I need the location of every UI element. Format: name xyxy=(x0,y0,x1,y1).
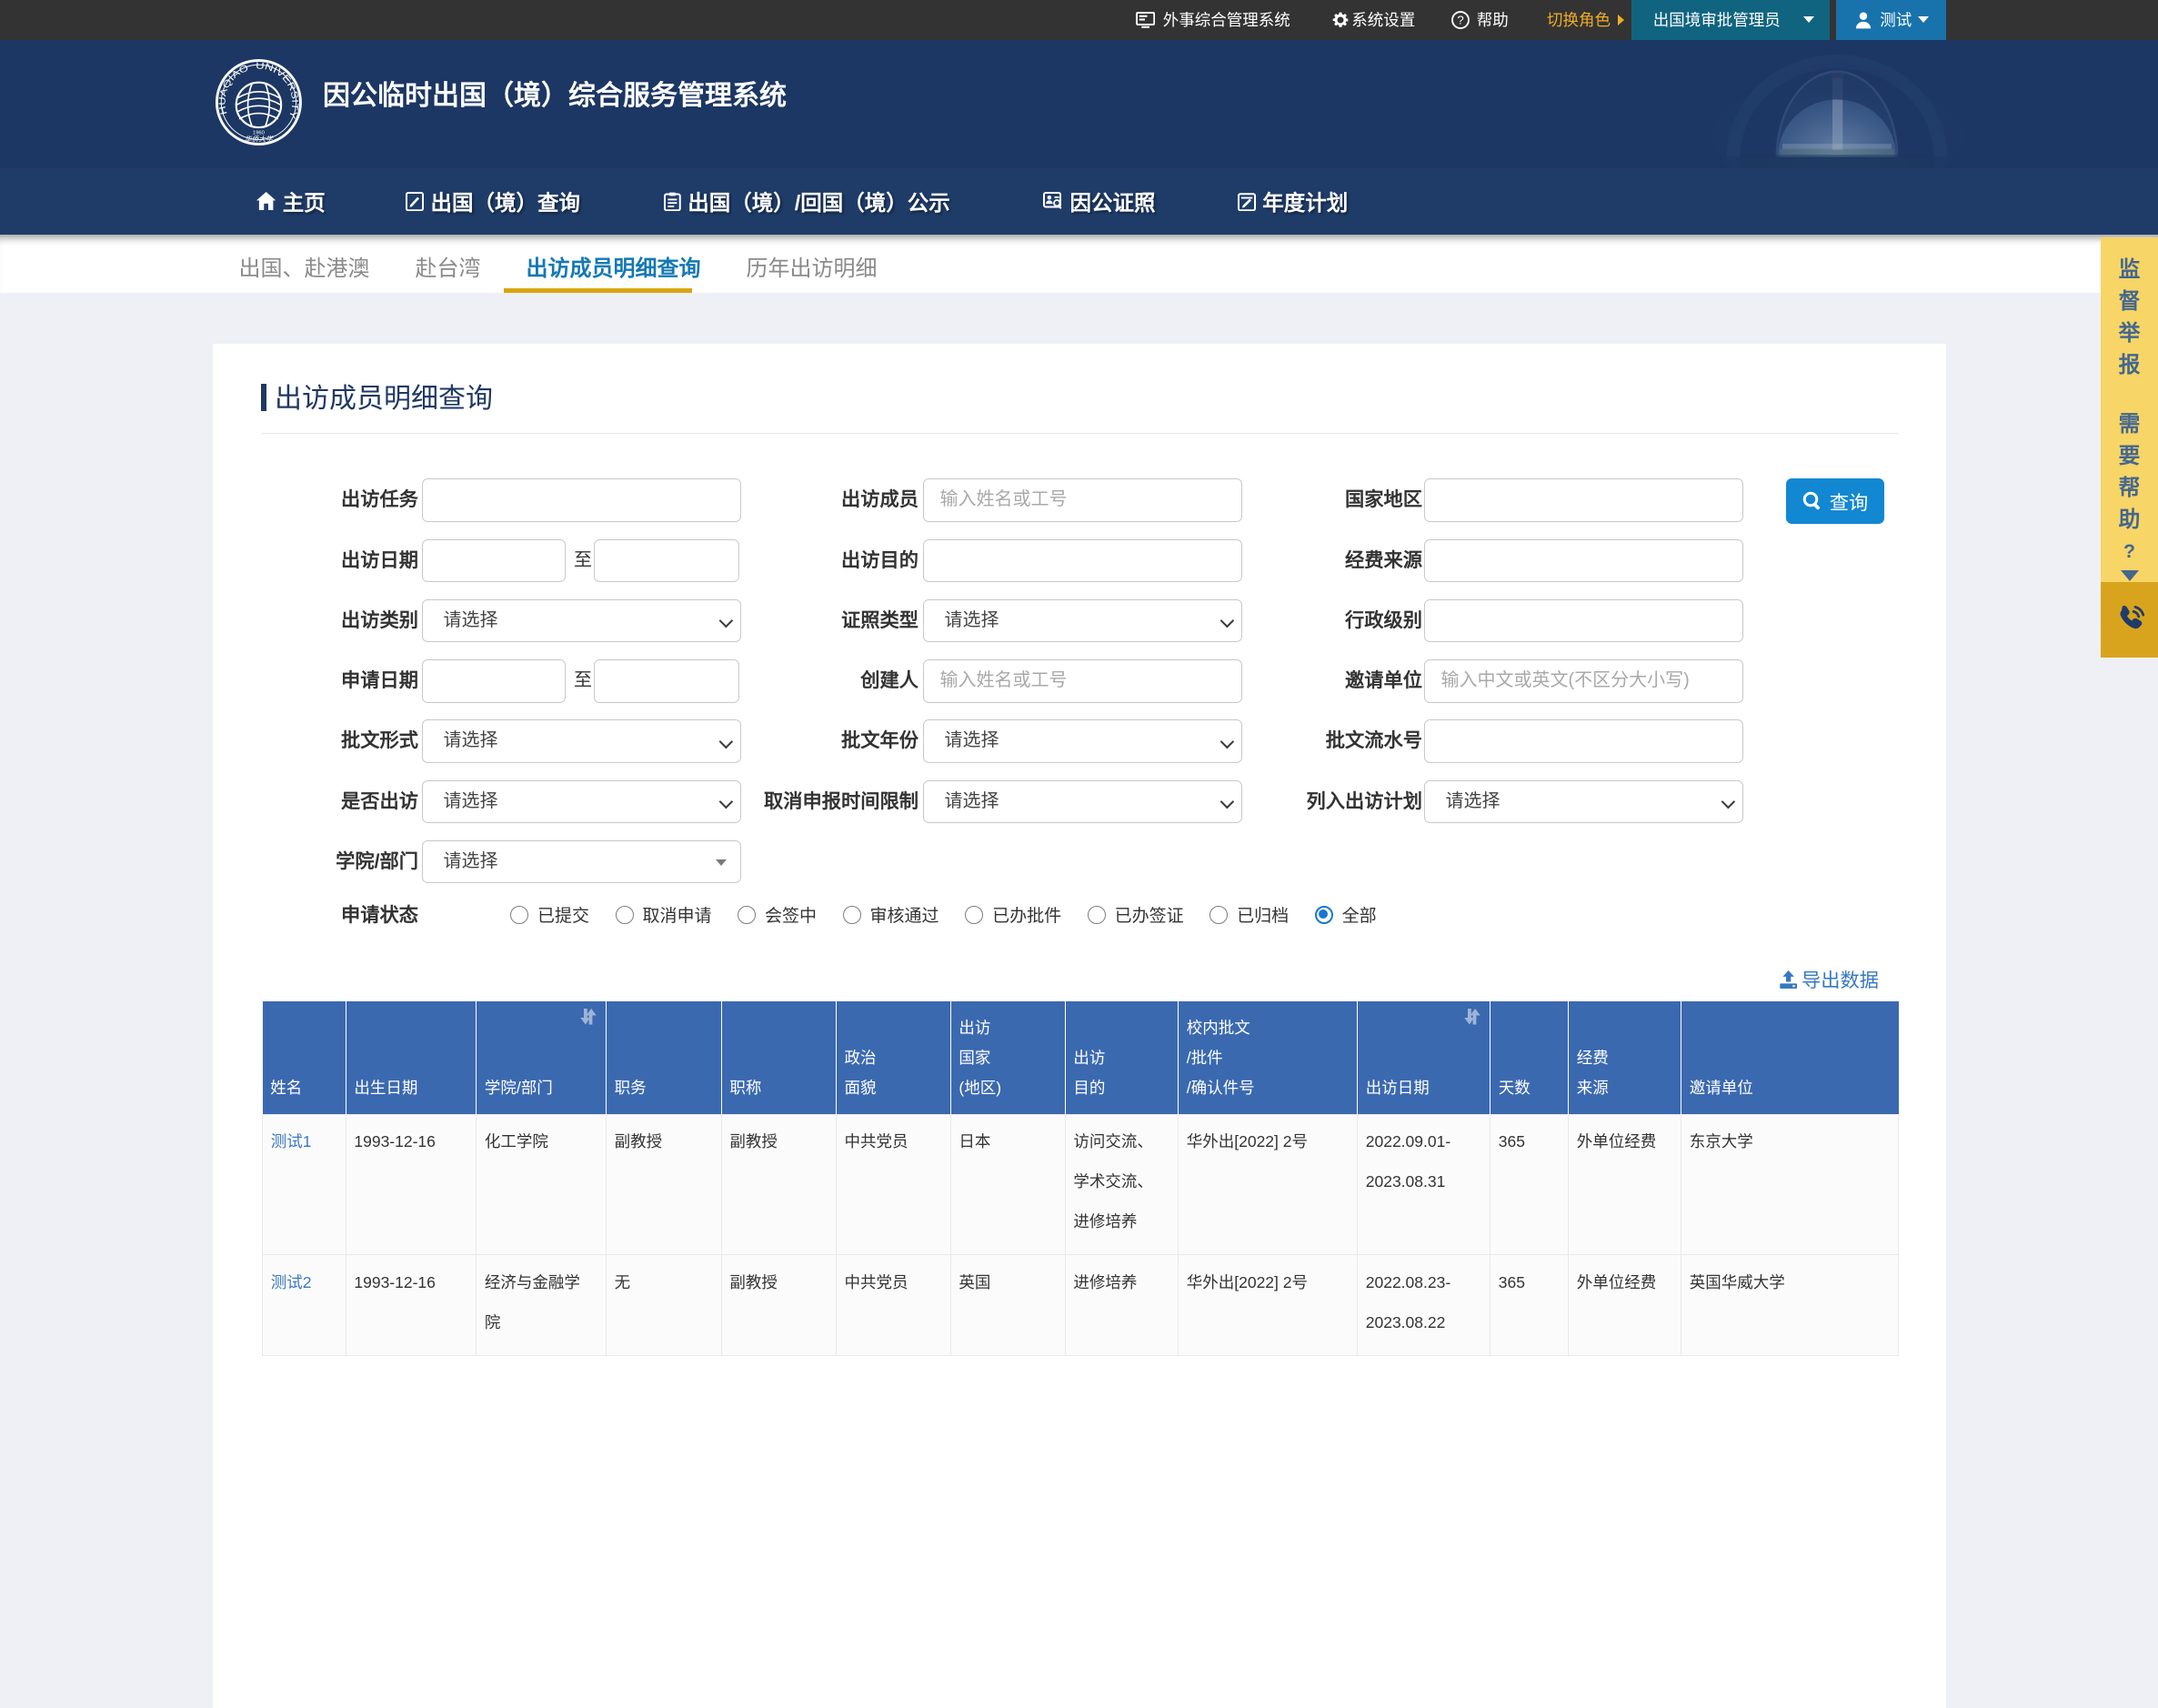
svg-text:华侨大学: 华侨大学 xyxy=(245,135,274,143)
svg-text:?: ? xyxy=(1458,13,1464,26)
